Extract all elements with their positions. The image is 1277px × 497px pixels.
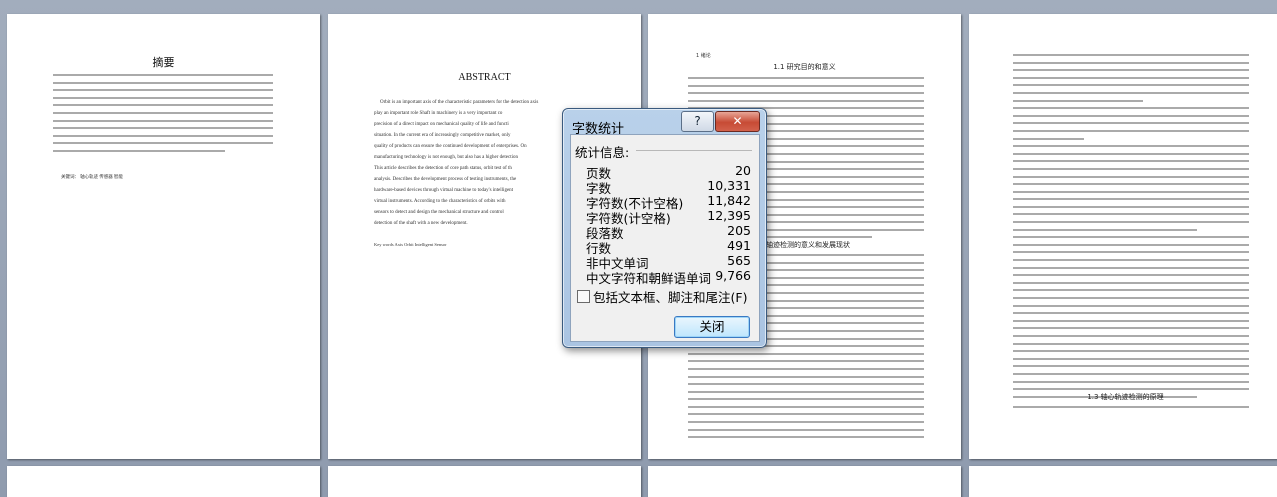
abstract-line: analysis. Describes the development proc…: [374, 177, 517, 182]
abstract-line: manufacturing technology is not enough, …: [374, 155, 518, 160]
abstract-line: play an important role Shaft in machiner…: [374, 111, 503, 116]
page-1-text: [53, 74, 273, 158]
stat-label: 中文字符和朝鲜语单词: [586, 271, 712, 286]
stat-value: 491: [727, 238, 751, 253]
page-1-title: 摘要: [152, 56, 175, 69]
abstract-line: precision of a direct impact on mechanic…: [374, 122, 509, 127]
abstract-line: quality of products can ensure the conti…: [374, 144, 527, 149]
page-4-heading: 1.3 轴心轨迹检测的原理: [1087, 393, 1164, 401]
stats-label: 统计信息:: [575, 145, 630, 160]
page-2-title: ABSTRACT: [458, 72, 511, 83]
page-4-text: [1013, 54, 1249, 403]
page-4[interactable]: 1.3 轴心轨迹检测的原理: [969, 14, 1277, 459]
page-6[interactable]: [328, 466, 641, 497]
page-4-text-2: [1013, 406, 1249, 414]
stat-row-lines: 行数 491: [586, 238, 751, 256]
page-5[interactable]: [7, 466, 320, 497]
stat-value: 11,842: [707, 193, 751, 208]
stat-value: 20: [735, 163, 751, 178]
abstract-line: detection of the shaft with a new develo…: [374, 221, 468, 226]
page-3-chapter: 1 绪论: [696, 53, 711, 59]
stat-value: 12,395: [707, 208, 751, 223]
stat-value: 565: [727, 253, 751, 268]
abstract-line: This article describes the detection of …: [374, 166, 512, 171]
page-2-keywords: Key words Axis Orbit Intelligent Sensor: [374, 242, 447, 247]
abstract-line: Orbit is an important axis of the charac…: [380, 100, 539, 105]
include-textboxes-label[interactable]: 包括文本框、脚注和尾注(F): [593, 287, 747, 306]
abstract-line: hardware-based devices through virtual m…: [374, 188, 514, 193]
stat-value: 9,766: [715, 268, 751, 283]
stats-separator: [636, 150, 752, 151]
stat-row-chinese-korean: 中文字符和朝鲜语单词 9,766: [586, 268, 751, 286]
page-1-keywords: 关键词： 轴心轨迹 传感器 智能: [61, 174, 123, 179]
stat-row-chars-no-spaces: 字符数(不计空格) 11,842: [586, 193, 751, 211]
stat-row-words: 字数 10,331: [586, 178, 751, 196]
page-3-heading-1: 1.1 研究目的和意义: [773, 63, 836, 71]
stat-row-non-chinese-words: 非中文单词 565: [586, 253, 751, 271]
page-1[interactable]: 摘要 关键词： 轴心轨迹 传感器 智能: [7, 14, 320, 459]
close-button[interactable]: 关闭: [674, 316, 750, 338]
page-8[interactable]: [969, 466, 1277, 497]
close-icon[interactable]: ✕: [715, 111, 760, 132]
abstract-line: virtual instruments. According to the ch…: [374, 199, 506, 204]
help-icon[interactable]: ?: [681, 111, 714, 132]
abstract-line: situation. In the current era of increas…: [374, 133, 511, 138]
stat-value: 205: [727, 223, 751, 238]
abstract-line: sensors to detect and design the mechani…: [374, 210, 504, 215]
stat-row-pages: 页数 20: [586, 163, 751, 181]
stat-value: 10,331: [707, 178, 751, 193]
page-7[interactable]: [648, 466, 961, 497]
stat-row-paragraphs: 段落数 205: [586, 223, 751, 241]
include-textboxes-checkbox[interactable]: [577, 290, 590, 303]
stat-row-chars-with-spaces: 字符数(计空格) 12,395: [586, 208, 751, 226]
